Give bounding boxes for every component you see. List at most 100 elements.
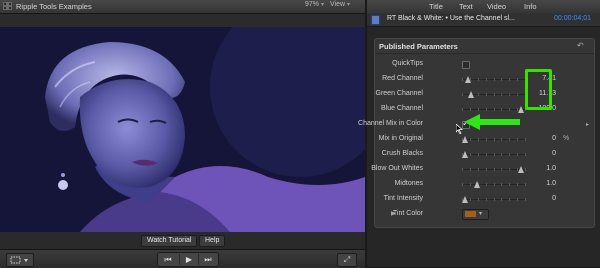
effect-header: RT Black & White: • Use the Channel sl..… xyxy=(367,13,600,27)
slider-tick xyxy=(486,183,487,186)
slider-tick xyxy=(494,183,495,186)
zoom-value: 97% xyxy=(305,1,320,8)
slider-tick xyxy=(462,183,463,186)
slider-thumb[interactable] xyxy=(517,106,524,113)
slider-thumb[interactable] xyxy=(517,166,524,173)
param-label: Blow Out Whites xyxy=(371,165,423,172)
slider-tick xyxy=(494,153,495,156)
param-value[interactable]: 1.0 xyxy=(546,165,556,172)
slider-tick xyxy=(478,168,479,171)
slider-tick xyxy=(470,153,471,156)
view-menu[interactable]: View ▾ xyxy=(330,1,350,12)
play-icon[interactable]: ▶ xyxy=(179,254,199,265)
param-row-red-channel: Red Channel 7.41 xyxy=(375,72,594,86)
section-title: Published Parameters xyxy=(379,42,458,51)
slider-tick xyxy=(470,198,471,201)
slider-tick xyxy=(501,153,502,156)
param-value[interactable]: 1.0 xyxy=(546,180,556,187)
param-unit: % xyxy=(563,135,570,142)
slider-thumb[interactable] xyxy=(462,136,468,143)
slider-tick xyxy=(525,168,526,171)
tab-title[interactable]: Title xyxy=(429,2,443,11)
param-label: Tint Color xyxy=(392,210,423,217)
slider-tick xyxy=(478,138,479,141)
chevron-right-icon: ▸ xyxy=(586,122,590,128)
inspector-pane: Title Text Video Info RT Black & White: … xyxy=(358,0,600,267)
tint-color-well[interactable]: ▾ xyxy=(462,209,489,220)
param-label: Midtones xyxy=(394,180,423,187)
param-label: Channel Mix in Color xyxy=(358,120,423,127)
mouse-pointer-icon xyxy=(456,124,463,134)
slider-tick xyxy=(462,108,463,111)
inspector-tabs: Title Text Video Info xyxy=(367,0,600,14)
help-button[interactable]: Help xyxy=(199,235,226,247)
viewer-controls: Watch Tutorial Help ⏮ ▶ ⏭ ⤢ xyxy=(0,232,365,268)
slider-tick xyxy=(509,153,510,156)
parameters-header: Published Parameters ↶ xyxy=(375,39,594,54)
slider-tick xyxy=(478,198,479,201)
slider-thumb[interactable] xyxy=(465,76,472,83)
quicktips-checkbox[interactable] xyxy=(462,61,470,69)
param-row-tint-color: ▶ Tint Color ▾ xyxy=(375,207,594,221)
previous-icon[interactable]: ⏮ xyxy=(159,254,177,265)
slider-tick xyxy=(462,93,463,96)
param-value[interactable]: 0 xyxy=(552,150,556,157)
slider-tick xyxy=(501,183,502,186)
param-value[interactable]: 0 xyxy=(552,135,556,142)
slider-tick xyxy=(470,138,471,141)
crush-blacks-slider[interactable] xyxy=(462,151,526,158)
param-label: Tint Intensity xyxy=(383,195,423,202)
param-label: Green Channel xyxy=(375,90,423,97)
film-icon xyxy=(3,2,12,10)
slider-tick xyxy=(501,78,502,81)
slider-tick xyxy=(494,198,495,201)
slider-tick xyxy=(501,168,502,171)
slider-tick xyxy=(486,78,487,81)
slider-thumb[interactable] xyxy=(462,196,468,203)
slider-tick xyxy=(486,168,487,171)
slider-tick xyxy=(478,93,479,96)
midtones-slider[interactable] xyxy=(462,181,526,188)
slider-thumb[interactable] xyxy=(462,151,468,158)
timecode: 00:00:04;01 xyxy=(554,15,591,22)
slider-thumb[interactable] xyxy=(467,91,474,98)
mix-in-original-slider[interactable] xyxy=(462,136,526,143)
slider-tick xyxy=(486,93,487,96)
param-label: Mix in Original xyxy=(378,135,423,142)
slider-tick xyxy=(501,138,502,141)
slider-tick xyxy=(517,78,518,81)
blow-out-whites-slider[interactable] xyxy=(462,166,526,173)
param-label: Blue Channel xyxy=(380,105,423,112)
green-channel-slider[interactable] xyxy=(462,91,526,98)
slider-tick xyxy=(470,168,471,171)
slider-tick xyxy=(509,108,510,111)
tab-video[interactable]: Video xyxy=(487,2,506,11)
slider-tick xyxy=(509,168,510,171)
slider-tick xyxy=(478,153,479,156)
param-label: QuickTips xyxy=(392,60,423,67)
slider-tick xyxy=(486,138,487,141)
tab-info[interactable]: Info xyxy=(524,2,537,11)
slider-tick xyxy=(525,138,526,141)
reset-icon[interactable]: ↶ xyxy=(577,41,584,50)
next-icon[interactable]: ⏭ xyxy=(199,254,217,265)
zoom-menu[interactable]: 97% ▾ xyxy=(305,1,324,12)
blue-channel-slider[interactable] xyxy=(462,106,526,113)
chevron-down-icon: ▾ xyxy=(479,211,483,217)
viewer-titlebar: Ripple Tools Examples 97% ▾ View ▾ xyxy=(0,0,365,14)
slider-tick xyxy=(501,198,502,201)
red-channel-slider[interactable] xyxy=(462,76,526,83)
chevron-down-icon: ▾ xyxy=(321,2,325,8)
tint-intensity-slider[interactable] xyxy=(462,196,526,203)
slider-tick xyxy=(478,78,479,81)
param-label: Crush Blacks xyxy=(381,150,423,157)
fullscreen-icon[interactable]: ⤢ xyxy=(337,253,357,267)
slider-thumb[interactable] xyxy=(473,181,480,188)
watch-tutorial-button[interactable]: Watch Tutorial xyxy=(141,235,198,247)
tab-text[interactable]: Text xyxy=(459,2,473,11)
project-title: Ripple Tools Examples xyxy=(16,2,92,11)
slider-tick xyxy=(517,93,518,96)
param-value[interactable]: 0 xyxy=(552,195,556,202)
view-options-button[interactable] xyxy=(6,253,34,267)
slider-tick xyxy=(517,183,518,186)
